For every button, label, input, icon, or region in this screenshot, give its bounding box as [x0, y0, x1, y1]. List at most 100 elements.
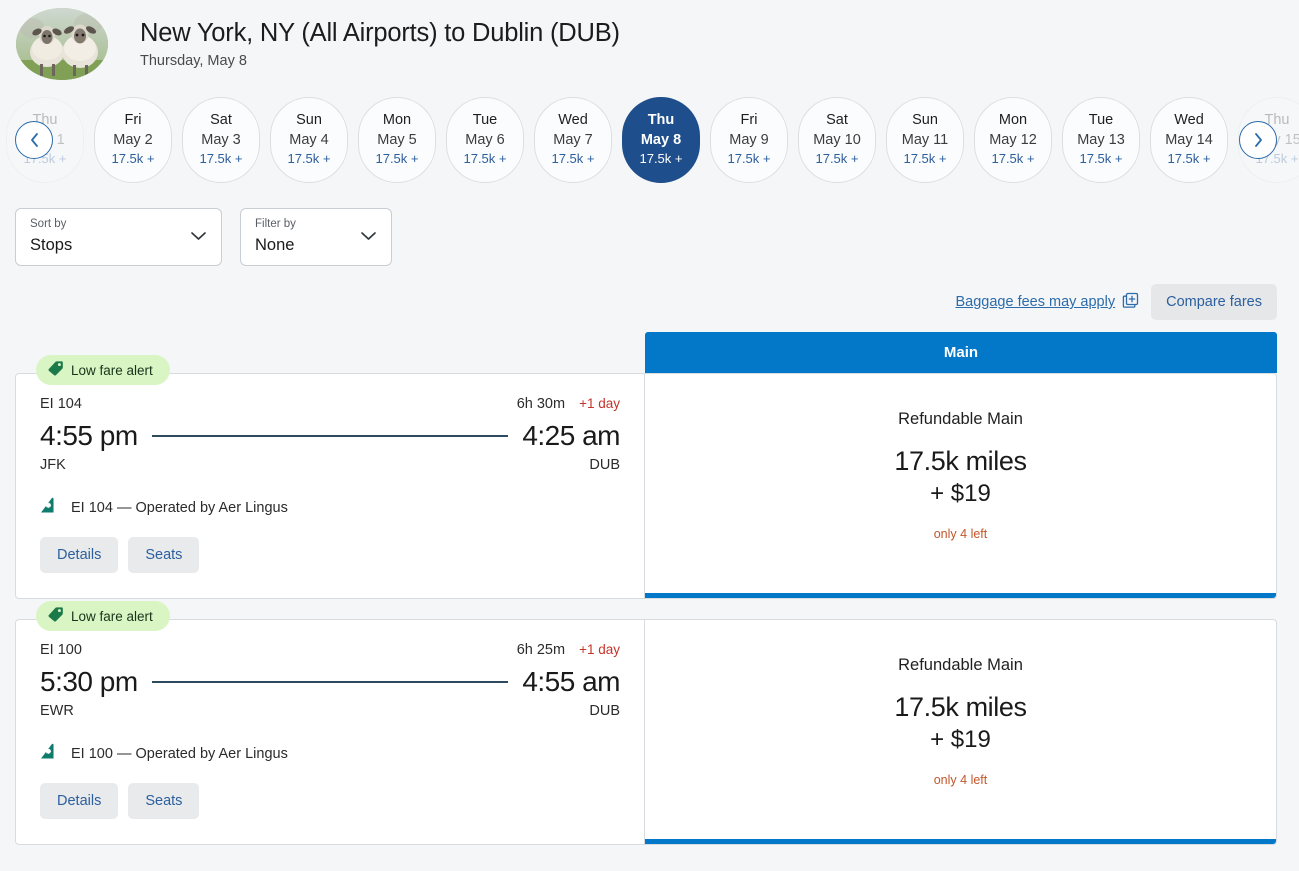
fare-option-main[interactable]: Refundable Main17.5k miles+ $19only 4 le… [645, 374, 1276, 598]
date-carousel-track: ThuMay 117.5k +FriMay 217.5k +SatMay 317… [0, 88, 1299, 192]
page-header: New York, NY (All Airports) to Dublin (D… [0, 0, 1299, 86]
date-pill-date: May 6 [465, 131, 505, 150]
date-pill-price: 17.5k + [199, 151, 242, 168]
date-pill-date: May 14 [1165, 131, 1213, 150]
chevron-down-icon [190, 228, 207, 246]
date-pill-dow: Fri [125, 112, 142, 129]
compare-fares-button[interactable]: Compare fares [1151, 284, 1277, 320]
details-button[interactable]: Details [40, 783, 118, 819]
date-pill-may-10[interactable]: Sat May 1017.5k + [798, 97, 876, 183]
date-pill-date: May 5 [377, 131, 417, 150]
date-pill-may-6[interactable]: Tue May 617.5k + [446, 97, 524, 183]
date-pill-date: May 3 [201, 131, 241, 150]
date-pill-may-5[interactable]: MonMay 517.5k + [358, 97, 436, 183]
date-pill-may-8[interactable]: Thu May 817.5k + [622, 97, 700, 183]
flight-path-line [152, 681, 509, 683]
date-pill-dow: Sun [296, 112, 322, 129]
sort-by-select[interactable]: Sort by Stops [15, 208, 222, 266]
flight-path-line [152, 435, 509, 437]
date-pill-dow: Sat [826, 112, 848, 129]
date-pill-dow: Thu [648, 112, 675, 129]
date-pill-price: 17.5k + [903, 151, 946, 168]
date-pill-price: 17.5k + [463, 151, 506, 168]
date-pill-date: May 10 [813, 131, 861, 150]
header-text-block: New York, NY (All Airports) to Dublin (D… [140, 19, 620, 69]
date-pill-date: May 2 [113, 131, 153, 150]
arrival-time: 4:55 am [522, 666, 620, 698]
chevron-right-icon [1253, 132, 1264, 148]
arrival-day-offset: +1 day [579, 396, 620, 411]
flight-card-list: Low fare alert EI 104 6h 30m+1 day 4:55 pm4… [15, 373, 1277, 845]
chevron-down-icon [360, 228, 377, 246]
seats-button[interactable]: Seats [128, 537, 199, 573]
fare-name: Refundable Main [898, 410, 1023, 429]
page-title: New York, NY (All Airports) to Dublin (D… [140, 19, 620, 48]
flight-duration: 6h 25m [517, 642, 565, 658]
date-pill-may-2[interactable]: FriMay 217.5k + [94, 97, 172, 183]
date-pill-dow: Wed [558, 112, 588, 129]
carousel-prev-button[interactable] [15, 121, 53, 159]
date-pill-may-4[interactable]: SunMay 417.5k + [270, 97, 348, 183]
operating-carrier-row: EI 100 — Operated by Aer Lingus [40, 743, 620, 765]
airport-codes-row: JFKDUB [40, 457, 620, 473]
date-pill-price: 17.5k + [1079, 151, 1122, 168]
sort-by-label: Sort by [30, 218, 207, 232]
flight-action-buttons: Details Seats [40, 537, 620, 573]
date-pill-may-3[interactable]: Sat May 317.5k + [182, 97, 260, 183]
flight-card-body: EI 1006h 25m+1 day5:30 pm4:55 amEWRDUBEI… [15, 619, 1277, 845]
origin-airport-code: EWR [40, 703, 74, 719]
low-fare-alert-badge: Low fare alert [36, 355, 170, 385]
date-pill-dow: Tue [473, 112, 497, 129]
date-pill-dow: Mon [383, 112, 411, 129]
date-pill-may-13[interactable]: TueMay 1317.5k + [1062, 97, 1140, 183]
operated-by-text: EI 104 — Operated by Aer Lingus [71, 500, 288, 516]
flight-times-row: 4:55 pm4:25 am [40, 420, 620, 452]
price-tag-icon [47, 360, 64, 380]
fare-column-header-row: Main [15, 332, 1277, 373]
date-pill-may-12[interactable]: MonMay 1217.5k + [974, 97, 1052, 183]
fare-option-main[interactable]: Refundable Main17.5k miles+ $19only 4 le… [645, 620, 1276, 844]
carousel-next-button[interactable] [1239, 121, 1277, 159]
date-pill-date: May 7 [553, 131, 593, 150]
date-pill-price: 17.5k + [1167, 151, 1210, 168]
arrival-day-offset: +1 day [579, 642, 620, 657]
fare-cash: + $19 [930, 480, 991, 508]
low-fare-alert-label: Low fare alert [71, 363, 153, 378]
date-pill-price: 17.5k + [815, 151, 858, 168]
flight-results: Main Low fare alert EI 104 6h 30m+1 day 4:5… [0, 332, 1299, 845]
chevron-left-icon [29, 132, 40, 148]
destination-airport-code: DUB [589, 457, 620, 473]
date-pill-may-11[interactable]: Sun May 1117.5k + [886, 97, 964, 183]
filter-by-label: Filter by [255, 218, 377, 232]
date-pill-dow: Sun [912, 112, 938, 129]
baggage-fees-link[interactable]: Baggage fees may apply [955, 292, 1139, 313]
flight-number: EI 104 [40, 396, 82, 412]
filter-by-select[interactable]: Filter by None [240, 208, 392, 266]
date-pill-price: 17.5k + [551, 151, 594, 168]
date-pill-date: May 8 [641, 131, 681, 150]
date-pill-price: 17.5k + [639, 151, 682, 168]
date-pill-may-9[interactable]: FriMay 917.5k + [710, 97, 788, 183]
flight-summary-row: EI 104 6h 30m+1 day [40, 396, 620, 412]
date-pill-may-7[interactable]: Wed May 717.5k + [534, 97, 612, 183]
avatar [16, 8, 108, 80]
flight-itinerary: EI 104 6h 30m+1 day 4:55 pm4:25 am JFKDUB EI… [16, 374, 645, 598]
fare-miles: 17.5k miles [894, 446, 1026, 477]
fare-miles: 17.5k miles [894, 692, 1026, 723]
flight-duration-group: 6h 30m+1 day [517, 396, 620, 412]
low-fare-alert-badge: Low fare alert [36, 601, 170, 631]
date-pill-price: 17.5k + [287, 151, 330, 168]
filter-by-value: None [255, 236, 377, 256]
page-subtitle-date: Thursday, May 8 [140, 53, 620, 69]
date-pill-date: May 12 [989, 131, 1037, 150]
operating-carrier-row: EI 104 — Operated by Aer Lingus [40, 497, 620, 519]
arrival-time: 4:25 am [522, 420, 620, 452]
details-button[interactable]: Details [40, 537, 118, 573]
date-pill-dow: Sat [210, 112, 232, 129]
date-pill-may-14[interactable]: WedMay 1417.5k + [1150, 97, 1228, 183]
date-pill-date: May 13 [1077, 131, 1125, 150]
seats-button[interactable]: Seats [128, 783, 199, 819]
date-pill-date: May 9 [729, 131, 769, 150]
date-pill-date: May 11 [902, 131, 948, 150]
date-pill-price: 17.5k + [991, 151, 1034, 168]
